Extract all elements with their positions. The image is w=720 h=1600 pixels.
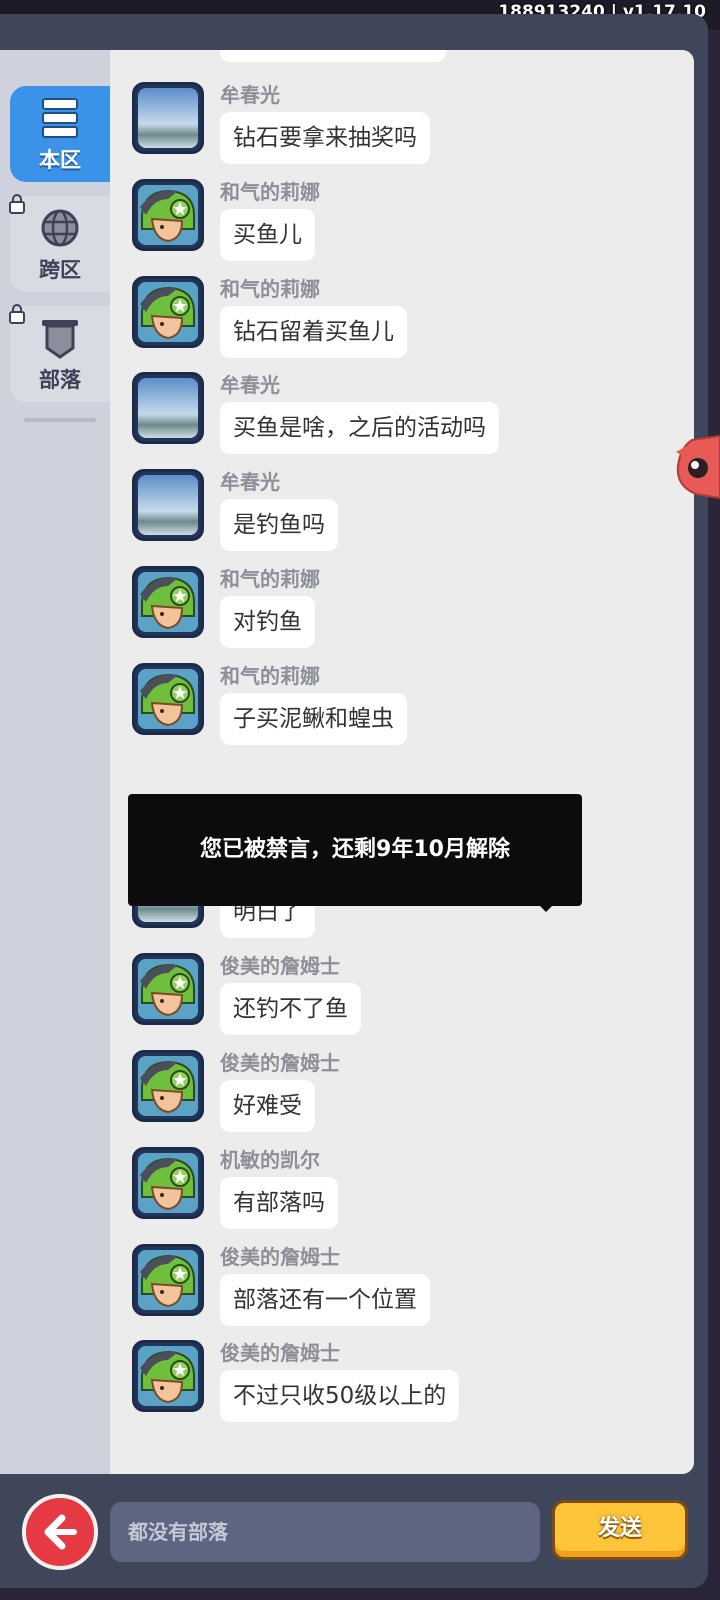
chat-message: 俊美的詹姆士部落还有一个位置	[132, 1241, 692, 1340]
message-username[interactable]: 和气的莉娜	[220, 273, 320, 302]
message-bubble: 钻石留着买鱼儿	[220, 305, 407, 358]
helmet-hero-icon	[138, 959, 198, 1020]
message-username[interactable]: 俊美的詹姆士	[220, 1337, 340, 1366]
chat-message: 俊美的詹姆士不过只收50级以上的	[132, 1340, 692, 1436]
message-username[interactable]: 俊美的詹姆士	[220, 1047, 340, 1076]
message-username[interactable]: 和气的莉娜	[220, 176, 320, 205]
message-username[interactable]: 俊美的詹姆士	[220, 950, 340, 979]
avatar-helmet-hero[interactable]	[132, 1243, 204, 1316]
chat-message: 牟春光钻石要拿来抽奖吗	[132, 82, 692, 178]
message-bubble: 好难受	[220, 1080, 315, 1132]
chat-message: 和气的莉娜子买泥鳅和蝗虫	[132, 660, 692, 759]
chat-panel-body: 本区 跨区 部落 牟春光 钻石要拿来抽奖吗 和气的莉娜 买鱼儿 和气的莉娜 钻石…	[0, 50, 694, 1474]
message-username[interactable]: 机敏的凯尔	[220, 1144, 320, 1173]
back-button[interactable]	[22, 1494, 98, 1570]
chat-message: 俊美的詹姆士 好难受	[132, 1050, 692, 1146]
shield-banner-icon	[42, 320, 78, 359]
helmet-hero-icon	[138, 1249, 198, 1310]
avatar-landscape[interactable]	[132, 82, 204, 154]
message-username[interactable]: 牟春光	[220, 369, 280, 398]
avatar-helmet-hero[interactable]	[132, 566, 204, 638]
chat-message: 牟春光 是钓鱼吗	[132, 469, 692, 565]
globe-icon	[41, 209, 79, 247]
message-bubble: 还钓不了鱼	[220, 983, 361, 1036]
avatar-helmet-hero[interactable]	[132, 662, 204, 735]
cut-off-bubble	[220, 50, 446, 62]
mute-toast: 您已被禁言，还剩9年10月解除	[128, 794, 582, 906]
tab-tribe[interactable]: 部落	[9, 304, 110, 402]
helmet-hero-icon	[138, 572, 198, 632]
back-arrow-icon	[44, 1514, 77, 1550]
chat-message: 牟春光买鱼是啥，之后的活动吗	[132, 372, 692, 468]
tab-cross-server[interactable]: 跨区	[9, 194, 110, 292]
message-username[interactable]: 和气的莉娜	[220, 660, 320, 689]
helmet-hero-icon	[138, 281, 198, 342]
message-bubble: 对钓鱼	[220, 596, 315, 648]
message-bubble: 不过只收50级以上的	[220, 1370, 460, 1423]
chat-input[interactable]	[110, 1502, 540, 1562]
chat-panel: 本区 跨区 部落 牟春光 钻石要拿来抽奖吗 和气的莉娜 买鱼儿 和气的莉娜 钻石…	[0, 14, 708, 1588]
helmet-hero-icon	[138, 1346, 198, 1407]
message-bubble: 有部落吗	[220, 1176, 338, 1229]
message-bubble: 买鱼是啥，之后的活动吗	[220, 402, 499, 455]
tab-tribe-label: 部落	[39, 368, 81, 392]
avatar-helmet-hero[interactable]	[132, 953, 204, 1026]
chat-message: 和气的莉娜 买鱼儿	[132, 176, 692, 275]
message-username[interactable]: 和气的莉娜	[220, 563, 320, 592]
message-bubble: 买鱼儿	[220, 208, 315, 261]
lock-icon	[9, 304, 25, 324]
avatar-helmet-hero[interactable]	[132, 1146, 204, 1219]
lock-icon	[9, 194, 25, 214]
input-bar: 发送	[0, 1480, 708, 1588]
message-bubble: 部落还有一个位置	[220, 1273, 430, 1326]
message-bubble: 是钓鱼吗	[220, 499, 338, 552]
pet-mascot-icon[interactable]	[672, 432, 720, 502]
avatar-helmet-hero[interactable]	[132, 178, 204, 251]
helmet-hero-icon	[138, 184, 198, 245]
message-username[interactable]: 牟春光	[220, 79, 280, 108]
tab-local-server[interactable]: 本区	[10, 86, 110, 182]
tab-local-server-label: 本区	[39, 148, 81, 172]
message-username[interactable]: 俊美的詹姆士	[220, 1241, 340, 1270]
tab-cross-server-label: 跨区	[39, 258, 81, 282]
avatar-landscape[interactable]	[132, 372, 204, 445]
message-list[interactable]: 牟春光 钻石要拿来抽奖吗 和气的莉娜 买鱼儿 和气的莉娜 钻石留着买鱼儿 牟春光 买鱼是啥，之…	[110, 50, 694, 1474]
avatar-helmet-hero[interactable]	[132, 1340, 204, 1413]
send-button[interactable]: 发送	[552, 1500, 688, 1560]
avatar-helmet-hero[interactable]	[132, 1050, 204, 1122]
chat-message: 机敏的凯尔 有部落吗	[132, 1144, 692, 1243]
message-bubble: 钻石要拿来抽奖吗	[220, 112, 430, 164]
avatar-landscape[interactable]	[132, 469, 204, 542]
helmet-hero-icon	[138, 1152, 198, 1213]
helmet-hero-icon	[138, 1056, 198, 1116]
message-bubble: 子买泥鳅和蝗虫	[220, 692, 407, 745]
message-username[interactable]: 牟春光	[220, 466, 280, 495]
chat-message: 和气的莉娜 对钓鱼	[132, 566, 692, 662]
helmet-hero-icon	[138, 668, 198, 729]
sidebar-divider	[24, 418, 96, 422]
chat-message: 俊美的詹姆士还钓不了鱼	[132, 953, 692, 1049]
avatar-helmet-hero[interactable]	[132, 275, 204, 348]
toast-tail	[536, 902, 556, 912]
channel-sidebar: 本区 跨区 部落	[0, 50, 110, 1474]
server-list-icon	[42, 98, 78, 138]
chat-message: 和气的莉娜钻石留着买鱼儿	[132, 273, 692, 372]
